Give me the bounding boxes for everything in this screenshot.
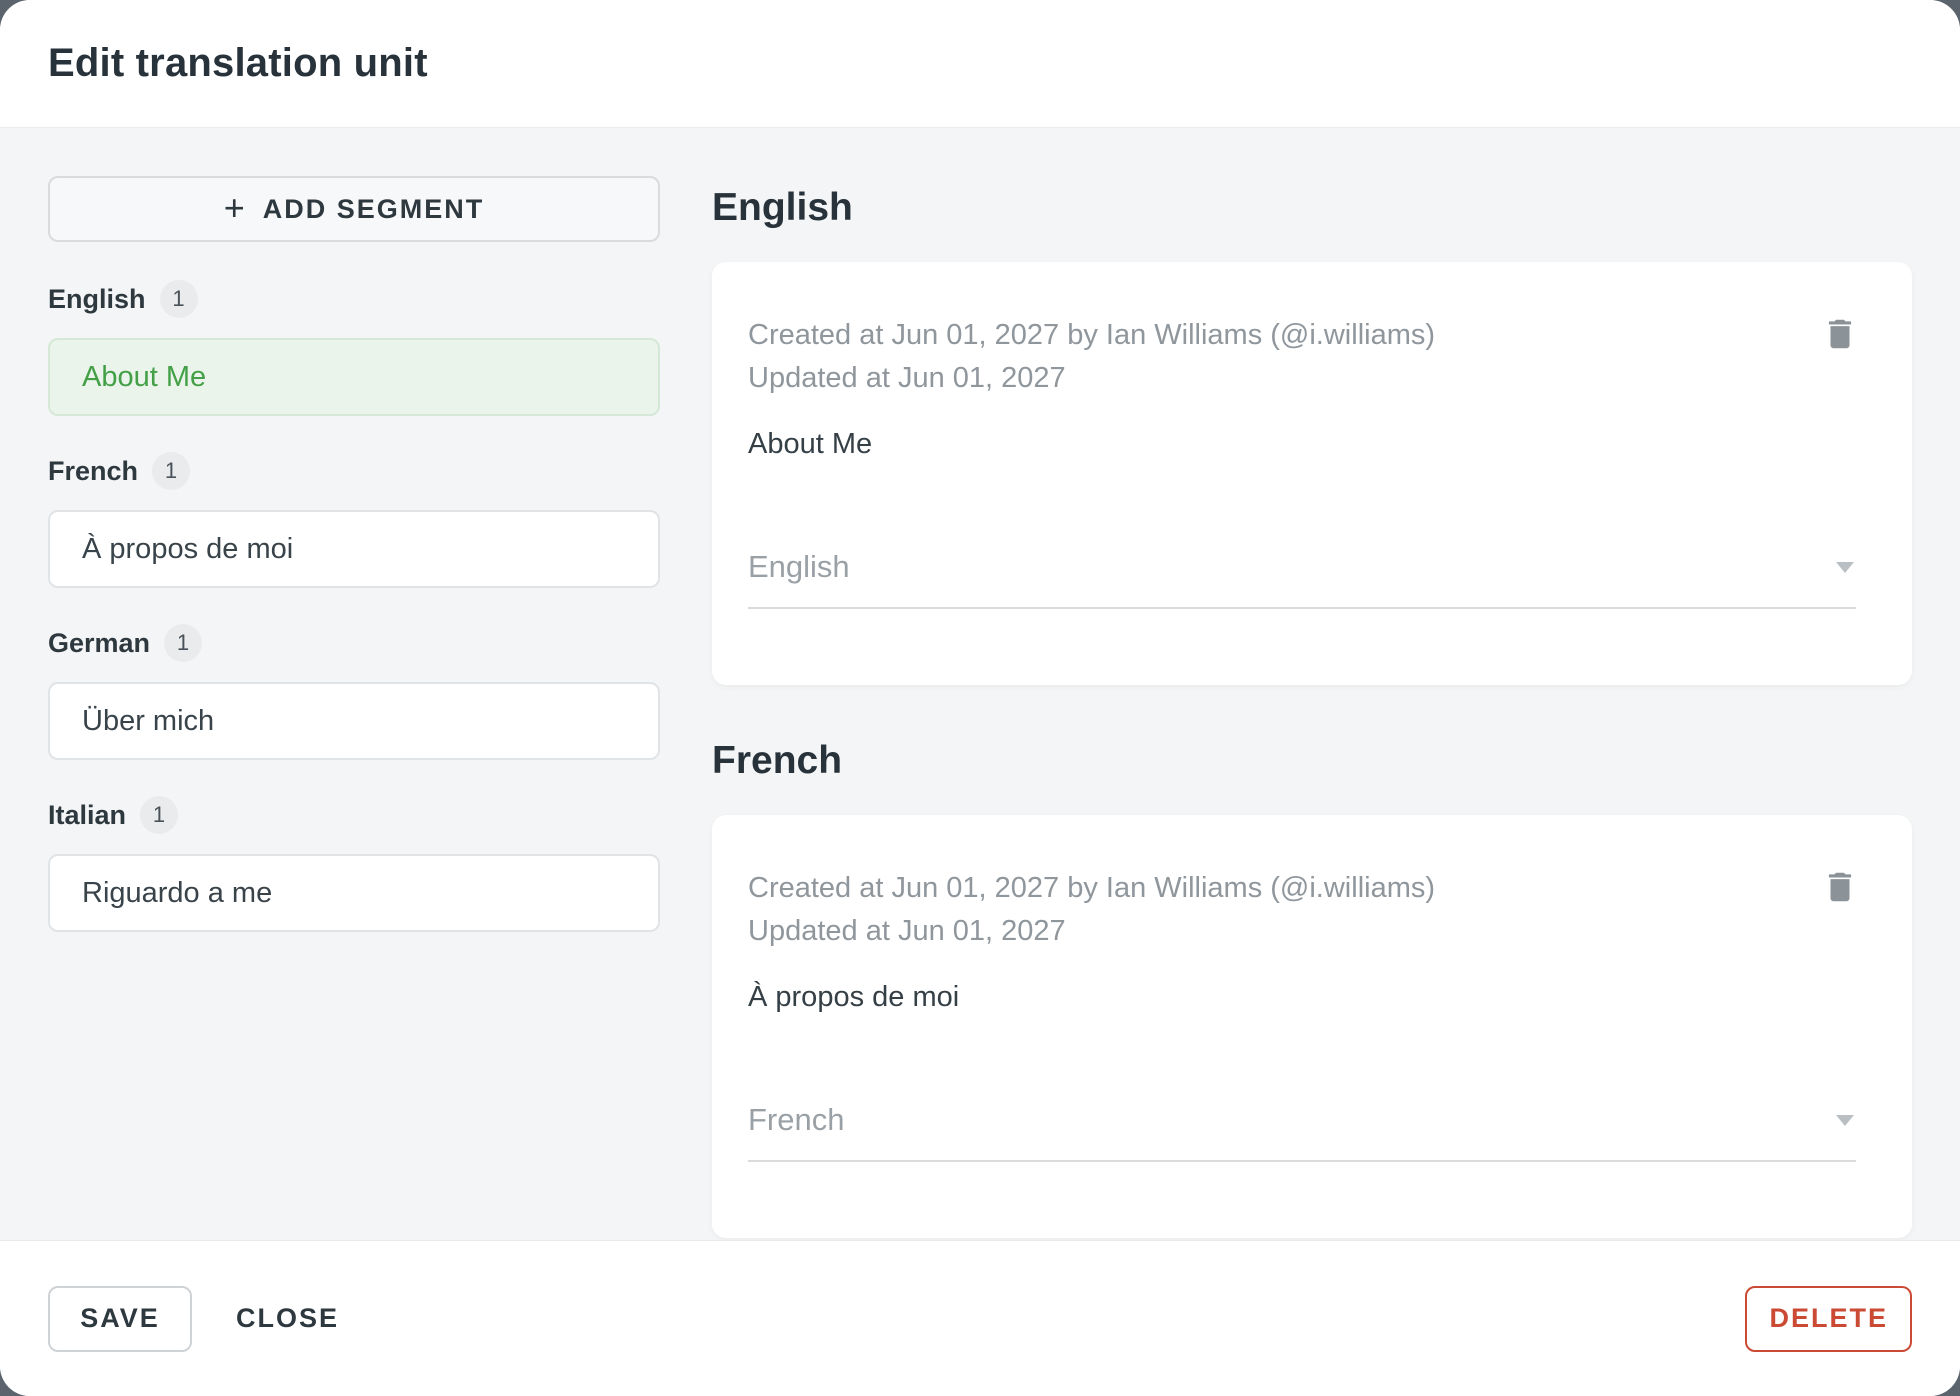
edit-translation-unit-dialog: Edit translation unit + ADD SEGMENT Engl… [0, 0, 1960, 1396]
segment-count-badge: 1 [164, 624, 203, 662]
updated-at-text: Updated at Jun 01, 2027 [748, 362, 1066, 394]
dialog-header: Edit translation unit [0, 0, 1960, 128]
dialog-body: + ADD SEGMENT English 1 About Me French … [0, 128, 1960, 1240]
language-label: English [48, 283, 146, 314]
delete-segment-button[interactable] [1818, 312, 1862, 356]
section-heading-french: French [712, 739, 843, 782]
segment-details: English Created at Jun 01, 2027 by Ian W… [712, 176, 1912, 1240]
language-group-header: Italian 1 [48, 796, 660, 834]
delete-segment-button[interactable] [1818, 865, 1862, 909]
dialog-footer: SAVE CLOSE DELETE [0, 1240, 1960, 1396]
created-at-text: Created at Jun 01, 2027 by Ian Williams … [748, 872, 1436, 904]
language-group-german: German 1 Über mich [48, 624, 660, 760]
delete-button[interactable]: DELETE [1745, 1285, 1912, 1352]
trash-icon [1828, 319, 1852, 349]
language-select-value: French [748, 1102, 845, 1137]
segment-sidebar: + ADD SEGMENT English 1 About Me French … [48, 176, 660, 1240]
add-segment-button[interactable]: + ADD SEGMENT [48, 176, 660, 242]
plus-icon: + [223, 186, 245, 228]
segment-item-italian[interactable]: Riguardo a me [48, 854, 660, 932]
dropdown-arrow-icon [1836, 1115, 1854, 1126]
segment-item-english[interactable]: About Me [48, 338, 660, 416]
language-select-value: English [748, 549, 850, 584]
segment-text-field[interactable]: À propos de moi [748, 981, 1856, 1014]
close-button[interactable]: CLOSE [226, 1286, 349, 1352]
created-at-text: Created at Jun 01, 2027 by Ian Williams … [748, 319, 1436, 351]
language-group-english: English 1 About Me [48, 280, 660, 416]
language-select[interactable]: French [748, 1102, 1856, 1162]
language-label: German [48, 627, 151, 658]
dialog-title: Edit translation unit [48, 41, 428, 85]
language-label: Italian [48, 799, 127, 830]
segment-item-german[interactable]: Über mich [48, 682, 660, 760]
segment-card-french: Created at Jun 01, 2027 by Ian Williams … [712, 815, 1912, 1238]
language-group-header: French 1 [48, 452, 660, 490]
segment-text-field[interactable]: About Me [748, 428, 1856, 461]
language-group-header: German 1 [48, 624, 660, 662]
language-group-french: French 1 À propos de moi [48, 452, 660, 588]
dropdown-arrow-icon [1836, 562, 1854, 573]
updated-at-text: Updated at Jun 01, 2027 [748, 915, 1066, 947]
trash-icon [1828, 872, 1852, 902]
language-label: French [48, 455, 139, 486]
add-segment-label: ADD SEGMENT [262, 193, 485, 224]
segment-card-english: Created at Jun 01, 2027 by Ian Williams … [712, 262, 1912, 685]
segment-count-badge: 1 [159, 280, 198, 318]
segment-item-french[interactable]: À propos de moi [48, 510, 660, 588]
segment-count-badge: 1 [152, 452, 191, 490]
save-button[interactable]: SAVE [48, 1285, 192, 1352]
language-group-header: English 1 [48, 280, 660, 318]
language-group-italian: Italian 1 Riguardo a me [48, 796, 660, 932]
section-heading-english: English [712, 186, 853, 229]
language-select[interactable]: English [748, 549, 1856, 609]
segment-count-badge: 1 [140, 796, 179, 834]
